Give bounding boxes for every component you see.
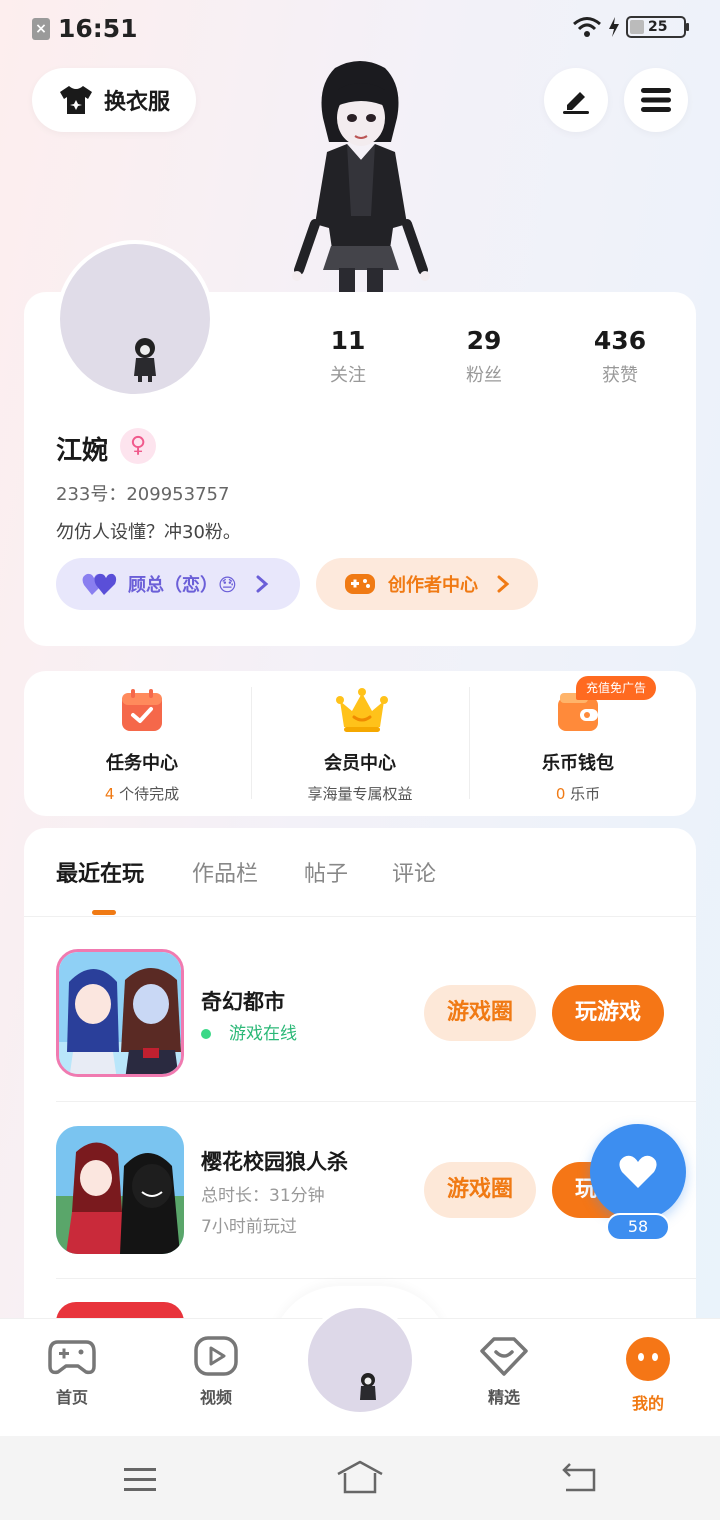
profile-avatar[interactable] [56, 240, 214, 398]
game-circle-button[interactable]: 游戏圈 [424, 1162, 536, 1218]
nav-featured[interactable]: 精选 [454, 1336, 554, 1408]
center-avatar-button[interactable] [304, 1304, 416, 1416]
vip-center-label: 会员中心 [324, 753, 396, 774]
vip-center[interactable]: 会员中心 享海量专属权益 [250, 687, 470, 804]
recent-apps-icon[interactable] [122, 1466, 158, 1494]
row-divider [56, 1101, 696, 1102]
wallet-label: 乐币钱包 [542, 753, 614, 774]
tab-works[interactable]: 作品栏 [192, 856, 258, 888]
creator-center-button[interactable]: 创作者中心 [316, 558, 538, 610]
tabs-divider [24, 916, 696, 917]
wifi-icon [573, 17, 601, 37]
nav-video-label: 视频 [199, 1388, 232, 1407]
chevron-right-icon [256, 575, 269, 593]
stat-following[interactable]: 11 关注 [288, 326, 408, 387]
status-time: 16:51 [58, 14, 138, 43]
partner-button[interactable]: 顾总（恋）😓 [56, 558, 300, 610]
task-center-sub: 4 个待完成 [104, 785, 180, 803]
game-row: 奇幻都市 游戏在线 游戏圈 玩游戏 [56, 949, 696, 1079]
stat-followers-label: 粉丝 [466, 365, 502, 386]
like-button[interactable] [590, 1124, 686, 1220]
wallet[interactable]: 乐币钱包 0 乐币 [468, 687, 688, 804]
charging-icon [609, 17, 619, 37]
nav-home-label: 首页 [55, 1388, 88, 1407]
edit-button[interactable] [544, 68, 608, 132]
user-bio: 勿仿人设懂？冲30粉。 [56, 522, 241, 543]
chevron-right-icon [497, 575, 510, 593]
stat-following-label: 关注 [330, 365, 366, 386]
games-card [24, 828, 696, 1348]
mine-face-icon [626, 1337, 670, 1381]
username: 江婉 [56, 436, 109, 466]
crown-icon [336, 688, 388, 732]
game-circle-button[interactable]: 游戏圈 [424, 985, 536, 1041]
tab-posts[interactable]: 帖子 [304, 856, 348, 888]
stat-following-count: 11 [330, 326, 366, 355]
system-nav-bar [0, 1436, 720, 1520]
play-game-button[interactable]: 玩游戏 [552, 985, 664, 1041]
tab-comments[interactable]: 评论 [392, 856, 436, 888]
nav-home[interactable]: 首页 [22, 1336, 122, 1408]
change-outfit-button[interactable]: 换衣服 [32, 68, 196, 132]
avatar-character-image[interactable] [285, 56, 435, 292]
calendar-check-icon [122, 689, 162, 731]
stat-likes[interactable]: 436 获赞 [560, 326, 680, 387]
game-icon-fantasy-city[interactable] [56, 949, 184, 1077]
status-icons: 25 [572, 16, 689, 38]
wallet-sub: 0 乐币 [555, 785, 601, 803]
game-last-played: 7小时前玩过 [201, 1217, 297, 1237]
game-icon-sakura-werewolf[interactable] [56, 1126, 184, 1254]
tab-recently-played[interactable]: 最近在玩 [56, 856, 144, 888]
task-center[interactable]: 任务中心 4 个待完成 [32, 687, 252, 804]
like-count: 58 [606, 1213, 670, 1241]
play-video-icon [194, 1336, 238, 1376]
shirt-icon [59, 86, 92, 114]
heart-icon [619, 1155, 657, 1188]
nav-mine[interactable]: 我的 [598, 1336, 698, 1414]
back-nav-icon[interactable] [560, 1462, 600, 1494]
stat-likes-count: 436 [593, 326, 647, 355]
nav-video[interactable]: 视频 [166, 1336, 266, 1408]
row-divider [56, 1278, 696, 1279]
avatar-mini-figure [134, 338, 156, 382]
double-heart-icon [82, 573, 117, 595]
female-gender-icon: ♀ [120, 428, 156, 464]
pencil-icon [563, 92, 589, 114]
menu-button[interactable] [624, 68, 688, 132]
game-online-status: 游戏在线 [201, 1019, 297, 1044]
stat-likes-label: 获赞 [602, 365, 638, 386]
gamepad-icon [345, 574, 375, 594]
nav-featured-label: 精选 [487, 1388, 520, 1407]
change-outfit-label: 换衣服 [103, 90, 170, 115]
notification-x-icon: × [32, 18, 50, 40]
creator-center-label: 创作者中心 [388, 575, 478, 596]
gamepad-icon [48, 1340, 96, 1375]
tab-indicator [92, 910, 116, 915]
menu-icon [641, 88, 671, 112]
vip-center-sub: 享海量专属权益 [307, 785, 413, 803]
partner-label: 顾总（恋）😓 [128, 575, 237, 596]
user-id: 233号：209953757 [56, 484, 230, 505]
stat-followers-count: 29 [466, 326, 502, 355]
nav-mine-label: 我的 [631, 1394, 664, 1413]
stat-followers[interactable]: 29 粉丝 [424, 326, 544, 387]
game-title: 樱花校园狼人杀 [201, 1150, 348, 1174]
avatar-mini-figure [360, 1373, 376, 1400]
diamond-heart-icon [480, 1337, 528, 1376]
status-bar: × 16:51 25 [0, 0, 720, 56]
online-dot-icon [201, 1029, 211, 1039]
battery-indicator: 25 [626, 16, 689, 38]
ad-free-badge[interactable]: 充值免广告 [576, 676, 657, 700]
home-nav-icon[interactable] [336, 1460, 384, 1494]
game-total-duration: 总时长：31分钟 [201, 1186, 325, 1206]
task-center-label: 任务中心 [106, 753, 178, 774]
game-title: 奇幻都市 [201, 990, 285, 1014]
